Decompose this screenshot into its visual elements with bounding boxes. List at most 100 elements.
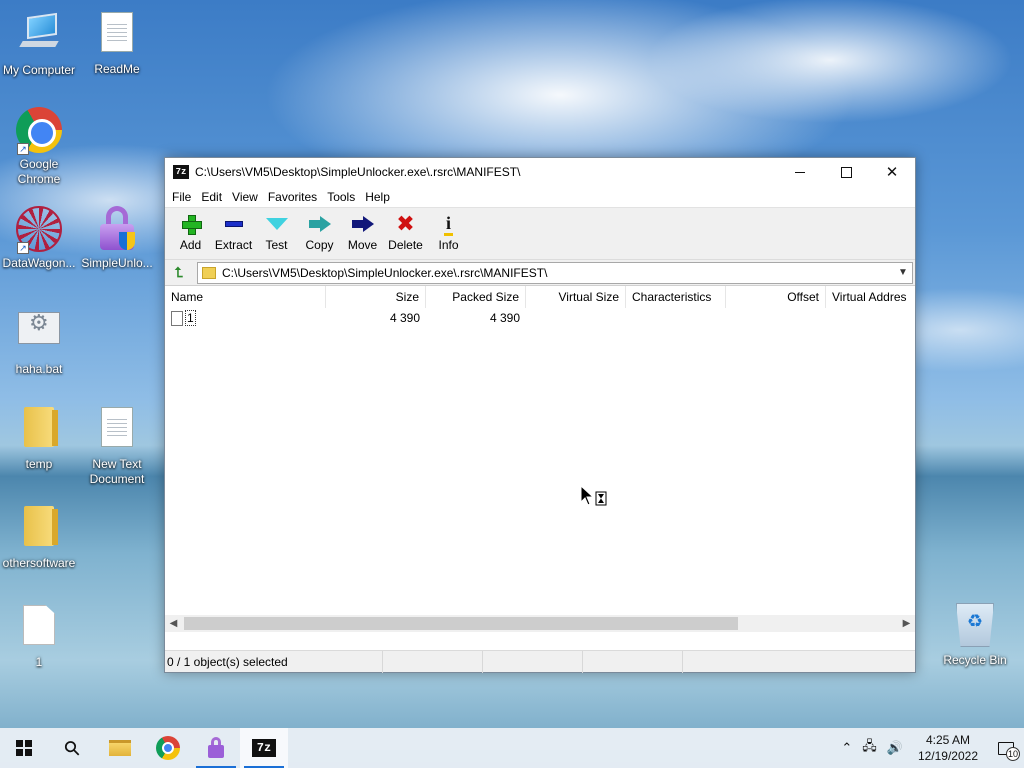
taskbar-file-explorer[interactable] — [96, 728, 144, 768]
menu-view[interactable]: View — [227, 190, 263, 204]
scroll-right-button[interactable]: ▶ — [898, 618, 915, 629]
desktop-icon-simpleunlocker[interactable]: SimpleUnlo... — [78, 205, 156, 271]
path-combobox[interactable]: C:\Users\VM5\Desktop\SimpleUnlocker.exe\… — [197, 261, 913, 284]
notification-center-button[interactable]: 10 — [988, 728, 1024, 768]
start-button[interactable] — [0, 728, 48, 768]
cell-size: 4 390 — [389, 311, 420, 325]
menu-tools[interactable]: Tools — [322, 190, 360, 204]
extract-button[interactable]: Extract — [212, 212, 255, 252]
desktop-icon-1[interactable]: 1 — [0, 601, 78, 670]
minimize-button[interactable] — [777, 158, 823, 186]
text-document-icon — [93, 407, 141, 455]
info-label: Info — [438, 238, 459, 252]
move-icon — [351, 216, 374, 232]
batch-file-icon — [15, 312, 63, 360]
7zip-app-icon: 7z — [173, 165, 189, 179]
column-virtual-size[interactable]: Virtual Size — [526, 285, 626, 308]
table-row[interactable]: 1 4 390 4 390 — [165, 308, 915, 328]
desktop-icon-recycle-bin[interactable]: Recycle Bin — [936, 601, 1014, 668]
scroll-thumb[interactable] — [184, 617, 738, 630]
scroll-track[interactable] — [182, 617, 898, 630]
copy-button[interactable]: Copy — [298, 212, 341, 252]
network-icon[interactable]: 🖧 — [857, 737, 882, 759]
desktop-icon-readme[interactable]: ReadMe — [78, 8, 156, 77]
chevron-down-icon[interactable]: ▼ — [894, 267, 912, 278]
menu-help[interactable]: Help — [360, 190, 395, 204]
path-input[interactable]: C:\Users\VM5\Desktop\SimpleUnlocker.exe\… — [222, 266, 894, 280]
close-button[interactable]: ✕ — [869, 158, 915, 186]
info-button[interactable]: i Info — [427, 212, 470, 253]
clock[interactable]: 4:25 AM 12/19/2022 — [908, 732, 988, 764]
desktop-icon-my-computer[interactable]: My Computer — [0, 8, 78, 78]
menu-favorites[interactable]: Favorites — [263, 190, 322, 204]
clock-date: 12/19/2022 — [917, 749, 978, 763]
desktop-icon-temp[interactable]: temp — [0, 403, 78, 472]
taskbar-simpleunlocker[interactable] — [192, 728, 240, 768]
recycle-bin-icon — [951, 603, 999, 651]
cell-packed-size: 4 390 — [489, 311, 520, 325]
datawagon-icon: ↗ — [15, 206, 63, 254]
text-document-icon — [93, 12, 141, 60]
folder-icon — [15, 506, 63, 554]
desktop-icon-label: Recycle Bin — [943, 653, 1007, 667]
taskbar-chrome[interactable] — [144, 728, 192, 768]
desktop-icon-label: Google Chrome — [17, 157, 61, 186]
desktop-icon-haha-bat[interactable]: haha.bat — [0, 304, 78, 377]
search-icon: ⚲ — [59, 735, 86, 762]
desktop-icon-othersoftware[interactable]: othersoftware — [0, 502, 78, 571]
copy-label: Copy — [305, 238, 334, 252]
move-button[interactable]: Move — [341, 212, 384, 252]
delete-icon: ✖ — [396, 211, 415, 236]
column-virtual-address[interactable]: Virtual Addres — [826, 286, 915, 308]
copy-icon — [308, 216, 331, 232]
menu-file[interactable]: File — [167, 190, 196, 204]
notification-count-badge: 10 — [1006, 747, 1020, 761]
title-bar[interactable]: 7z C:\Users\VM5\Desktop\SimpleUnlocker.e… — [165, 158, 915, 186]
7zip-app-icon: 7z — [252, 739, 276, 757]
system-tray: ⌃ 🖧 🔊 4:25 AM 12/19/2022 10 — [836, 728, 1024, 768]
status-bar: 0 / 1 object(s) selected — [165, 650, 915, 673]
file-list[interactable]: Name Size Packed Size Virtual Size Chara… — [165, 285, 915, 632]
blank-file-icon — [15, 605, 63, 653]
test-label: Test — [265, 238, 288, 252]
lock-icon — [207, 737, 225, 759]
delete-label: Delete — [388, 238, 423, 252]
extract-icon — [224, 221, 243, 227]
taskbar: ⚲ 7z ⌃ 🖧 🔊 4:25 AM 12/19/2022 10 — [0, 728, 1024, 768]
test-icon — [265, 218, 288, 230]
windows-logo-icon — [16, 740, 32, 756]
file-name: 1 — [185, 310, 196, 326]
column-offset[interactable]: Offset — [726, 285, 826, 308]
add-button[interactable]: Add — [169, 212, 212, 252]
file-icon — [171, 310, 183, 326]
desktop-icon-label: DataWagon... — [2, 256, 76, 270]
search-button[interactable]: ⚲ — [48, 728, 96, 768]
status-segment — [383, 650, 483, 673]
menu-edit[interactable]: Edit — [196, 190, 227, 204]
column-characteristics[interactable]: Characteristics — [626, 285, 726, 308]
desktop-icon-datawagon[interactable]: ↗ DataWagon... — [0, 205, 78, 271]
menu-bar: File Edit View Favorites Tools Help — [165, 186, 915, 208]
desktop-icon-label: New Text Document — [89, 457, 145, 486]
horizontal-scrollbar[interactable]: ◀ ▶ — [165, 615, 915, 632]
maximize-button[interactable] — [823, 158, 869, 186]
desktop-icon-new-text-document[interactable]: New Text Document — [78, 403, 156, 487]
7zip-file-manager-window: 7z C:\Users\VM5\Desktop\SimpleUnlocker.e… — [164, 157, 916, 673]
test-button[interactable]: Test — [255, 212, 298, 252]
taskbar-7zip[interactable]: 7z — [240, 728, 288, 768]
scroll-left-button[interactable]: ◀ — [165, 618, 182, 629]
column-size[interactable]: Size — [326, 285, 426, 308]
column-header-row: Name Size Packed Size Virtual Size Chara… — [165, 285, 915, 308]
desktop-icon-google-chrome[interactable]: ↗ Google Chrome — [0, 106, 78, 187]
folder-icon — [202, 266, 216, 279]
window-title: C:\Users\VM5\Desktop\SimpleUnlocker.exe\… — [195, 165, 521, 179]
delete-button[interactable]: ✖ Delete — [384, 211, 427, 253]
add-icon — [181, 214, 202, 235]
desktop-icon-label: temp — [25, 457, 53, 471]
up-folder-button[interactable]: ⮤ — [167, 262, 191, 284]
shortcut-arrow-icon: ↗ — [17, 242, 29, 254]
volume-icon[interactable]: 🔊 — [882, 740, 908, 756]
column-packed-size[interactable]: Packed Size — [426, 285, 526, 308]
column-name[interactable]: Name — [165, 285, 326, 308]
show-hidden-icons-button[interactable]: ⌃ — [836, 740, 857, 756]
